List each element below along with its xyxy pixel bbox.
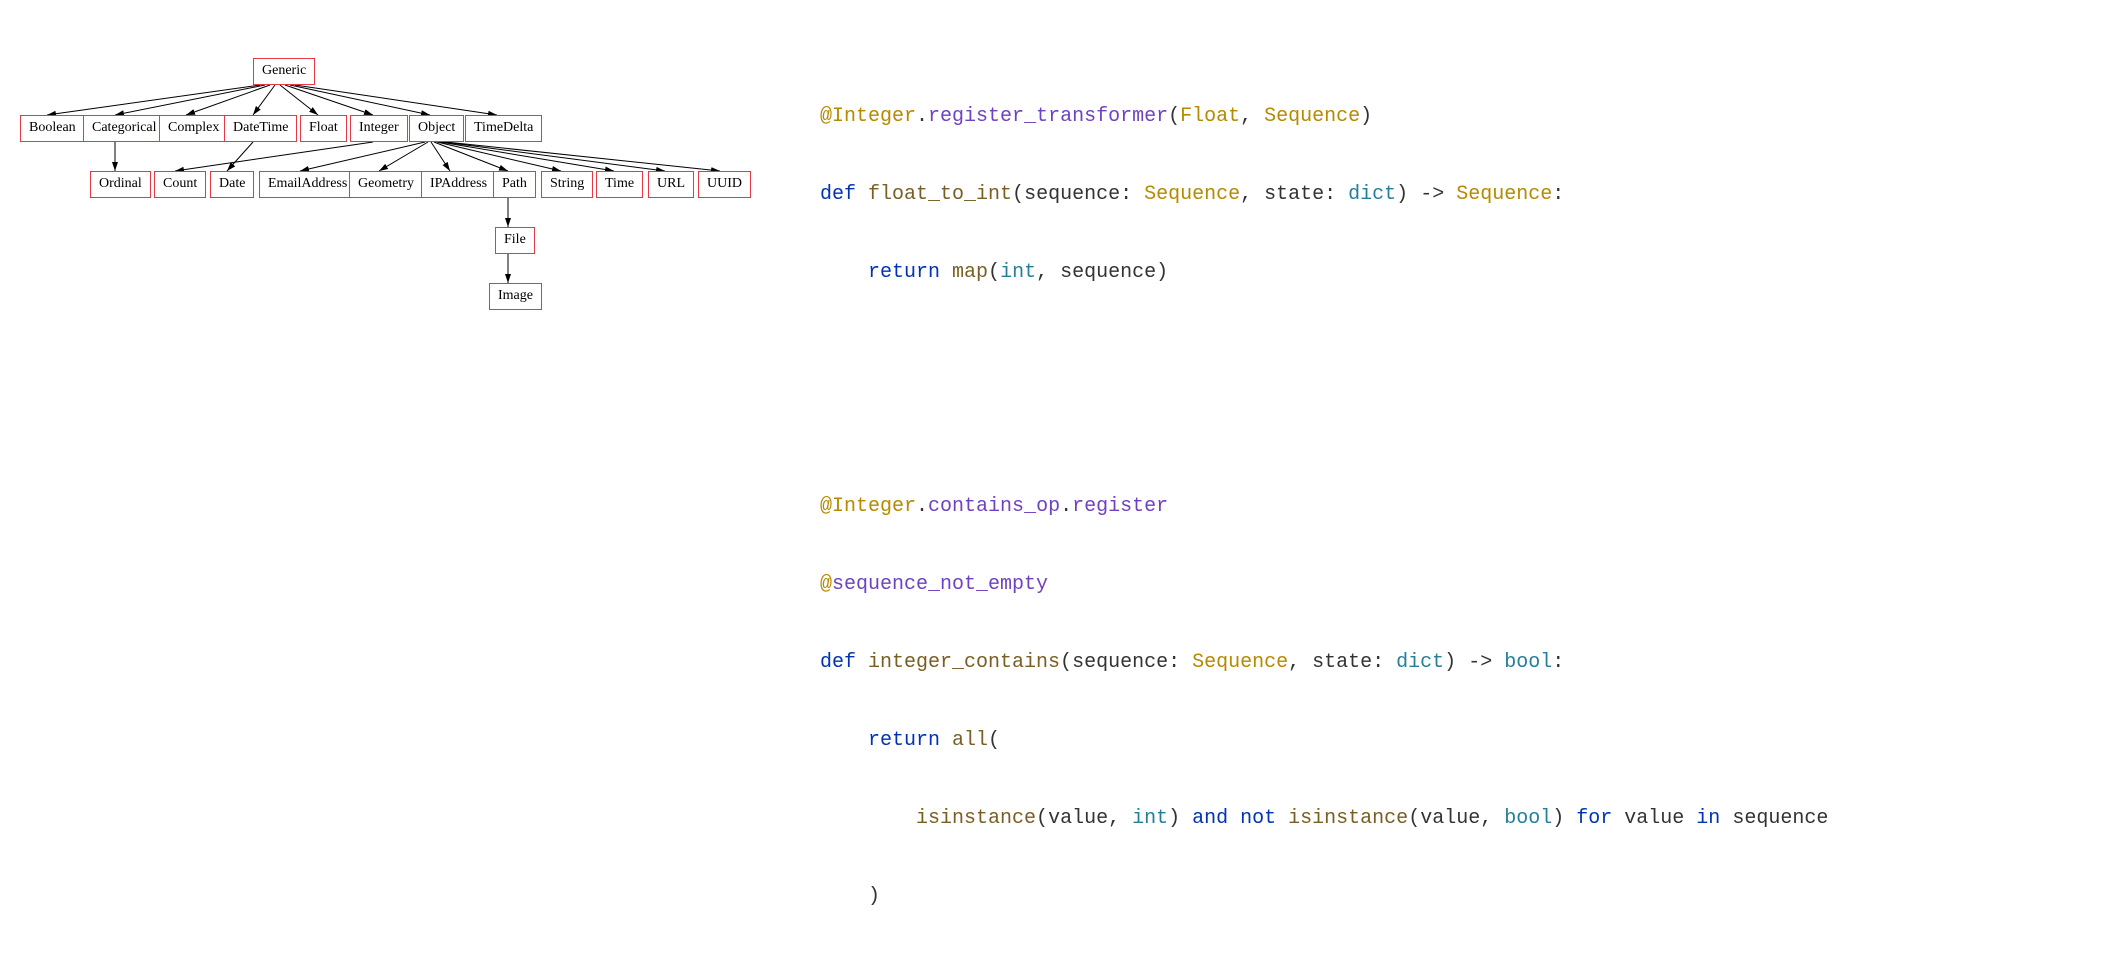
node-path: Path bbox=[493, 171, 536, 198]
node-object: Object bbox=[409, 115, 464, 142]
node-boolean: Boolean bbox=[20, 115, 85, 142]
node-string: String bbox=[541, 171, 593, 198]
node-integer: Integer bbox=[350, 115, 408, 142]
node-categorical: Categorical bbox=[83, 115, 166, 142]
code-line-6: @Integer.contains_op.register bbox=[820, 487, 2120, 526]
code-line-10: isinstance(value, int) and not isinstanc… bbox=[820, 799, 2120, 838]
node-ordinal: Ordinal bbox=[90, 171, 151, 198]
code-line-8: def integer_contains(sequence: Sequence,… bbox=[820, 643, 2120, 682]
node-geometry: Geometry bbox=[349, 171, 423, 198]
node-emailaddress: EmailAddress bbox=[259, 171, 356, 198]
node-ipaddress: IPAddress bbox=[421, 171, 496, 198]
code-line-5 bbox=[820, 409, 2120, 448]
node-timedelta: TimeDelta bbox=[465, 115, 542, 142]
code-block: @Integer.register_transformer(Float, Seq… bbox=[820, 58, 2120, 955]
code-line-2: def float_to_int(sequence: Sequence, sta… bbox=[820, 175, 2120, 214]
node-float: Float bbox=[300, 115, 347, 142]
node-date: Date bbox=[210, 171, 254, 198]
code-line-1: @Integer.register_transformer(Float, Seq… bbox=[820, 97, 2120, 136]
node-complex: Complex bbox=[159, 115, 228, 142]
node-url: URL bbox=[648, 171, 694, 198]
type-hierarchy-diagram: Generic Boolean Categorical Complex Date… bbox=[10, 50, 770, 480]
node-count: Count bbox=[154, 171, 206, 198]
node-uuid: UUID bbox=[698, 171, 751, 198]
node-datetime: DateTime bbox=[224, 115, 297, 142]
node-generic: Generic bbox=[253, 58, 315, 85]
code-line-7: @sequence_not_empty bbox=[820, 565, 2120, 604]
code-line-4 bbox=[820, 331, 2120, 370]
code-line-11: ) bbox=[820, 877, 2120, 916]
code-line-9: return all( bbox=[820, 721, 2120, 760]
node-file: File bbox=[495, 227, 535, 254]
code-line-3: return map(int, sequence) bbox=[820, 253, 2120, 292]
node-time: Time bbox=[596, 171, 643, 198]
node-image: Image bbox=[489, 283, 542, 310]
